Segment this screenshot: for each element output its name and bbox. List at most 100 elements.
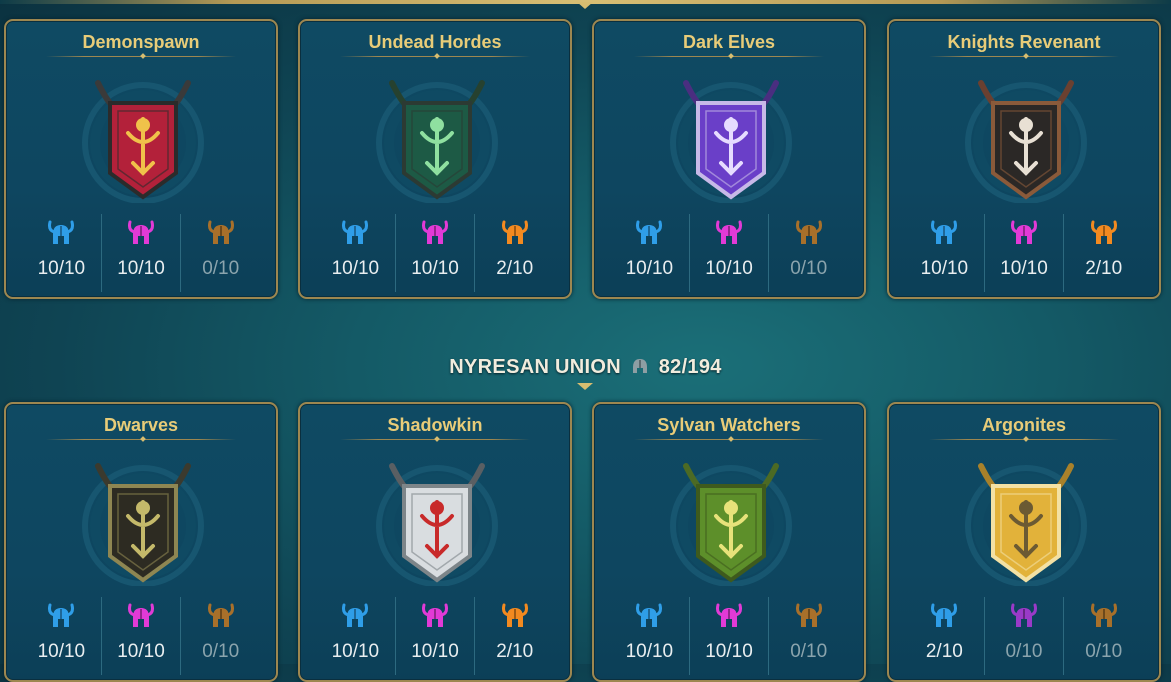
stat-rare: 10/10: [316, 214, 395, 292]
stat-legendary: 2/10: [474, 214, 554, 292]
stat-value: 10/10: [411, 258, 459, 279]
legendary-helmet-icon: [207, 220, 235, 246]
faction-stats: 10/10 10/10 0/10: [22, 214, 260, 292]
rare-helmet-icon: [635, 603, 663, 629]
stat-rare: 10/10: [610, 214, 689, 292]
faction-stats: 10/10 10/10 0/10: [610, 214, 848, 292]
stat-legendary: 0/10: [1063, 597, 1143, 675]
champion-count-icon: [631, 357, 649, 381]
stat-value: 10/10: [1000, 258, 1048, 279]
title-underline-gem: [434, 53, 440, 59]
stat-value: 0/10: [790, 258, 828, 279]
epic-helmet-icon: [1010, 220, 1038, 246]
legendary-helmet-icon: [1090, 220, 1118, 246]
golden-banner-icon: [961, 456, 1091, 587]
stat-value: 2/10: [496, 641, 534, 662]
legendary-helmet-icon: [795, 603, 823, 629]
rare-helmet-icon: [635, 220, 663, 246]
title-underline-gem: [140, 436, 146, 442]
epic-helmet-icon: [127, 603, 155, 629]
stat-value: 10/10: [37, 258, 86, 279]
epic-helmet-icon: [715, 603, 743, 629]
stat-value: 10/10: [920, 258, 969, 279]
section-title: NYRESAN UNION 82/194: [0, 356, 1171, 381]
legendary-helmet-icon: [501, 603, 529, 629]
epic-helmet-icon: [1010, 603, 1038, 629]
stat-legendary: 0/10: [180, 597, 260, 675]
faction-card-dark-elves[interactable]: Dark Elves 10/10 10/10 0/10: [592, 19, 866, 299]
stat-value: 2/10: [496, 258, 534, 279]
faction-card-dwarves[interactable]: Dwarves 10/10 10/10 0/10: [4, 402, 278, 682]
stat-legendary: 2/10: [1063, 214, 1143, 292]
title-underline-gem: [140, 53, 146, 59]
faction-card-shadowkin[interactable]: Shadowkin 10/10 10/10 2/10: [298, 402, 572, 682]
legendary-helmet-icon: [207, 603, 235, 629]
dwarf-banner-icon: [78, 456, 208, 587]
title-underline-gem: [434, 436, 440, 442]
faction-name: Dark Elves: [682, 32, 776, 52]
stat-value: 0/10: [1085, 641, 1123, 662]
section-divider-marker: [577, 383, 593, 390]
epic-helmet-icon: [421, 603, 449, 629]
stat-epic: 10/10: [983, 214, 1064, 292]
stat-value: 0/10: [1005, 641, 1043, 662]
epic-helmet-icon: [127, 220, 155, 246]
rare-helmet-icon: [930, 603, 958, 629]
stat-rare: 2/10: [905, 597, 984, 675]
faction-stats: 10/10 10/10 2/10: [905, 214, 1143, 292]
stat-value: 10/10: [37, 641, 86, 662]
stat-rare: 10/10: [905, 214, 984, 292]
stat-rare: 10/10: [22, 214, 101, 292]
stat-epic: 10/10: [100, 597, 181, 675]
rare-helmet-icon: [47, 603, 75, 629]
stat-value: 10/10: [331, 258, 380, 279]
rare-helmet-icon: [47, 220, 75, 246]
section-count: 82/194: [658, 356, 722, 378]
faction-stats: 10/10 10/10 2/10: [316, 597, 554, 675]
stat-epic: 10/10: [394, 214, 475, 292]
faction-card-argonites[interactable]: Argonites 2/10 0/10 0/10: [887, 402, 1161, 682]
faction-card-sylvan-watchers[interactable]: Sylvan Watchers 10/10 10/10 0/10: [592, 402, 866, 682]
faction-card-knights-revenant[interactable]: Knights Revenant 10/10 10/10 2/10: [887, 19, 1161, 299]
stat-value: 10/10: [625, 258, 674, 279]
stat-legendary: 2/10: [474, 597, 554, 675]
elf-banner-icon: [666, 73, 796, 204]
faction-name: Argonites: [981, 415, 1066, 435]
stat-value: 10/10: [117, 641, 165, 662]
epic-helmet-icon: [421, 220, 449, 246]
stat-epic: 10/10: [100, 214, 181, 292]
oni-banner-icon: [372, 456, 502, 587]
stat-epic: 10/10: [688, 214, 769, 292]
knight-banner-icon: [961, 73, 1091, 204]
stat-value: 10/10: [705, 258, 753, 279]
faction-stats: 2/10 0/10 0/10: [905, 597, 1143, 675]
legendary-helmet-icon: [501, 220, 529, 246]
stat-legendary: 0/10: [768, 597, 848, 675]
stat-rare: 10/10: [316, 597, 395, 675]
faction-stats: 10/10 10/10 0/10: [22, 597, 260, 675]
stat-rare: 10/10: [610, 597, 689, 675]
stat-epic: 10/10: [394, 597, 475, 675]
stat-value: 10/10: [625, 641, 674, 662]
title-underline-gem: [1023, 436, 1029, 442]
stat-value: 10/10: [331, 641, 380, 662]
title-underline-gem: [728, 53, 734, 59]
faction-name: Sylvan Watchers: [657, 415, 801, 435]
stat-value: 10/10: [411, 641, 459, 662]
stat-epic: 0/10: [983, 597, 1064, 675]
skull-banner-icon: [372, 73, 502, 204]
stat-rare: 10/10: [22, 597, 101, 675]
tree-banner-icon: [666, 456, 796, 587]
faction-stats: 10/10 10/10 0/10: [610, 597, 848, 675]
legendary-helmet-icon: [1090, 603, 1118, 629]
faction-card-undead-hordes[interactable]: Undead Hordes 10/10 10/10 2/10: [298, 19, 572, 299]
faction-name: Demonspawn: [82, 32, 200, 52]
epic-helmet-icon: [715, 220, 743, 246]
title-underline-gem: [728, 436, 734, 442]
stat-legendary: 0/10: [180, 214, 260, 292]
faction-card-demonspawn[interactable]: Demonspawn 10/10 10/10 0/10: [4, 19, 278, 299]
section-name: NYRESAN UNION: [449, 356, 621, 378]
stat-value: 0/10: [790, 641, 828, 662]
faction-name: Undead Hordes: [368, 32, 502, 52]
stat-epic: 10/10: [688, 597, 769, 675]
